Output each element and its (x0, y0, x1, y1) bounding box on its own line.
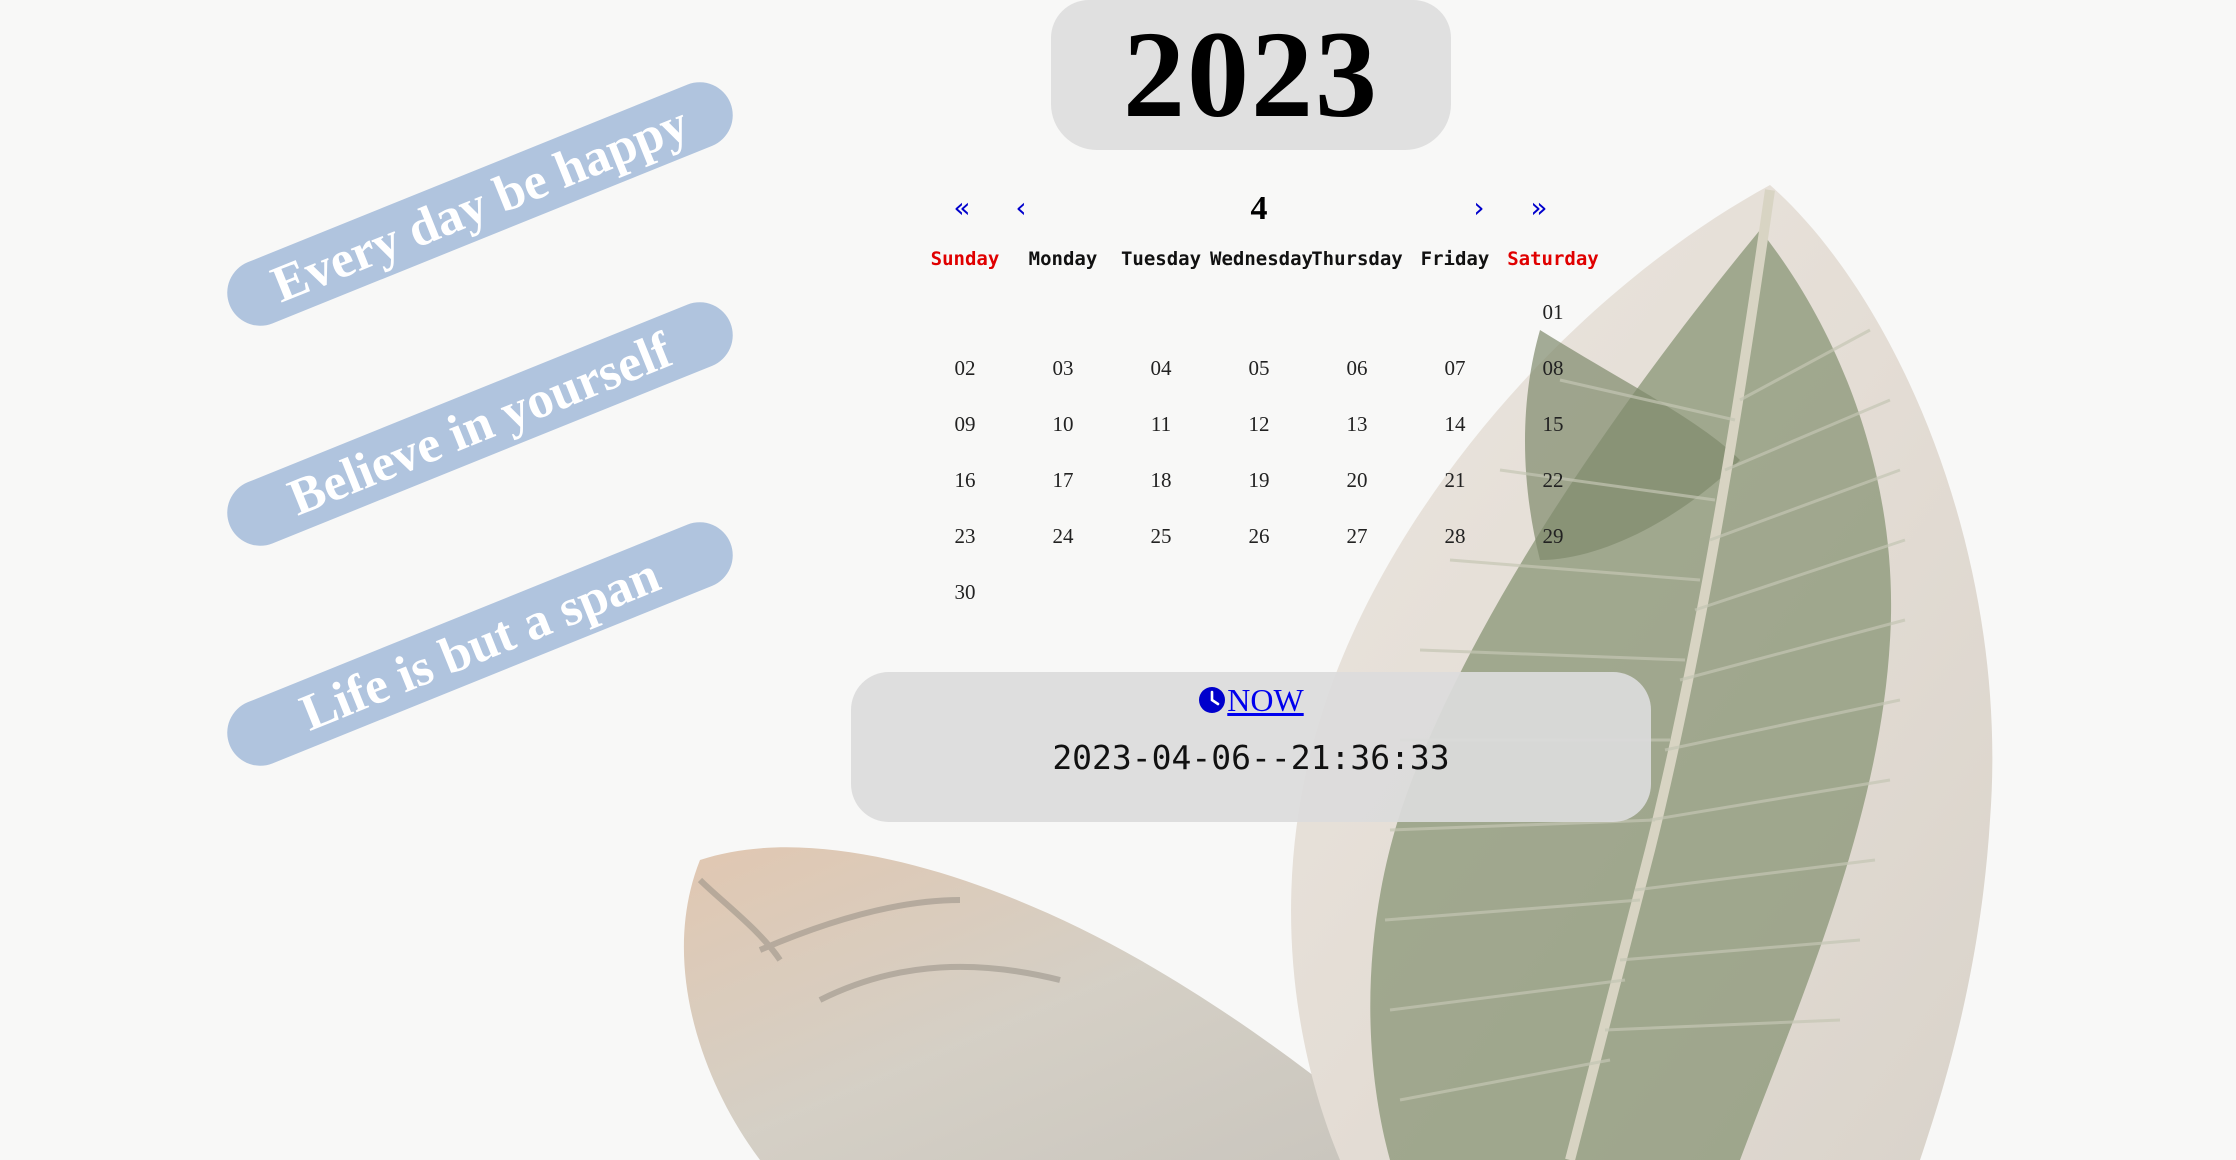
calendar-day[interactable]: 01 (1504, 300, 1602, 325)
calendar-day[interactable]: 06 (1308, 356, 1406, 381)
calendar-day[interactable]: 29 (1504, 524, 1602, 549)
prev-year-button[interactable]: « (942, 194, 982, 222)
calendar-day[interactable]: 27 (1308, 524, 1406, 549)
calendar-day[interactable]: 30 (916, 580, 1014, 605)
weekday-tuesday: Tuesday (1120, 248, 1202, 270)
calendar-day[interactable]: 14 (1406, 412, 1504, 437)
calendar-day[interactable]: 18 (1112, 468, 1210, 493)
next-month-button[interactable]: › (1459, 194, 1499, 222)
calendar-day[interactable]: 25 (1112, 524, 1210, 549)
calendar-day[interactable]: 12 (1210, 412, 1308, 437)
calendar-day[interactable]: 11 (1112, 412, 1210, 437)
calendar-day[interactable]: 26 (1210, 524, 1308, 549)
calendar-day[interactable]: 28 (1406, 524, 1504, 549)
calendar-day[interactable]: 08 (1504, 356, 1602, 381)
calendar-day[interactable]: 24 (1014, 524, 1112, 549)
leaf-background-image (683, 185, 1993, 1160)
year-label: 2023 (1123, 6, 1379, 143)
calendar-day[interactable]: 19 (1210, 468, 1308, 493)
calendar-day[interactable]: 10 (1014, 412, 1112, 437)
calendar-day[interactable]: 07 (1406, 356, 1504, 381)
weekday-header-row: Sunday Monday Tuesday Wednesday Thursday… (916, 248, 1602, 270)
now-link-row: NOW (851, 682, 1651, 719)
calendar-day[interactable]: 20 (1308, 468, 1406, 493)
calendar-day[interactable]: 13 (1308, 412, 1406, 437)
year-header: 2023 (1051, 0, 1451, 150)
current-datetime: 2023-04-06--21:36:33 (1052, 738, 1450, 777)
weekday-monday: Monday (1028, 248, 1098, 270)
weekday-saturday: Saturday (1507, 248, 1599, 270)
weekday-thursday: Thursday (1311, 248, 1403, 270)
weekday-friday: Friday (1420, 248, 1490, 270)
calendar-day[interactable]: 09 (916, 412, 1014, 437)
calendar-day[interactable]: 04 (1112, 356, 1210, 381)
now-link[interactable]: NOW (1227, 682, 1303, 718)
calendar-day[interactable]: 22 (1504, 468, 1602, 493)
calendar-day[interactable]: 05 (1210, 356, 1308, 381)
calendar-day[interactable]: 21 (1406, 468, 1504, 493)
next-year-button[interactable]: » (1519, 194, 1559, 222)
now-panel: NOW 2023-04-06--21:36:33 (851, 672, 1651, 822)
calendar-day[interactable]: 23 (916, 524, 1014, 549)
calendar-day[interactable]: 17 (1014, 468, 1112, 493)
calendar-nav: « ‹ 4 › » (916, 190, 1602, 242)
calendar-day[interactable]: 16 (916, 468, 1014, 493)
prev-month-button[interactable]: ‹ (1001, 194, 1041, 222)
calendar-day[interactable]: 03 (1014, 356, 1112, 381)
calendar-day[interactable]: 02 (916, 356, 1014, 381)
month-label: 4 (1250, 190, 1268, 227)
clock-icon[interactable] (1198, 686, 1226, 714)
weekday-wednesday: Wednesday (1210, 248, 1313, 270)
weekday-sunday: Sunday (930, 248, 1000, 270)
calendar-day[interactable]: 15 (1504, 412, 1602, 437)
